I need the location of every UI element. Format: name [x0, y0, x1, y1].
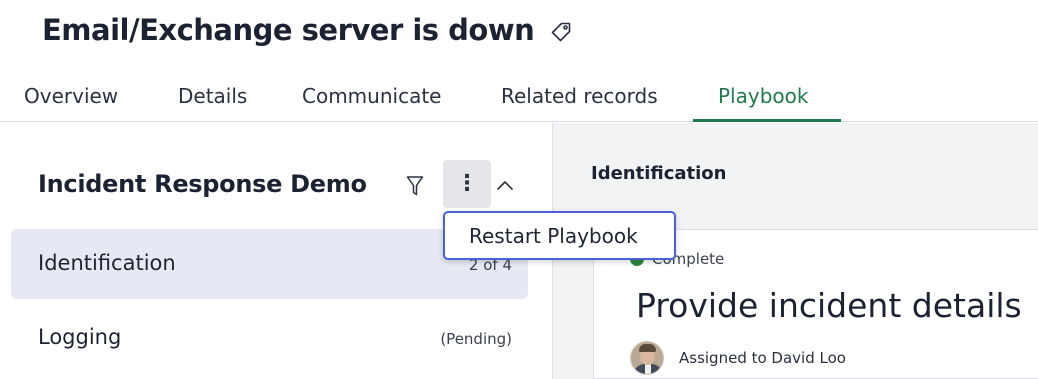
- tab-overview[interactable]: Overview: [24, 84, 118, 108]
- chevron-up-icon[interactable]: [494, 173, 516, 197]
- tab-communicate[interactable]: Communicate: [302, 84, 441, 108]
- assignee-label: Assigned to David Loo: [679, 349, 846, 367]
- stage-name: Identification: [38, 251, 176, 275]
- avatar: [630, 341, 664, 375]
- tab-details[interactable]: Details: [178, 84, 247, 108]
- tab-playbook[interactable]: Playbook: [718, 84, 808, 108]
- page-title: Email/Exchange server is down: [42, 13, 535, 47]
- active-tab-indicator: [693, 119, 841, 122]
- stage-name: Logging: [38, 325, 122, 349]
- tag-icon[interactable]: [550, 21, 572, 43]
- more-vertical-icon: ⋮: [456, 171, 478, 196]
- playbook-title: Incident Response Demo: [38, 170, 367, 198]
- stage-detail-header: Identification: [591, 163, 727, 184]
- tab-related-records[interactable]: Related records: [501, 84, 658, 108]
- filter-icon[interactable]: [404, 173, 426, 199]
- task-title: Provide incident details: [636, 286, 1022, 325]
- restart-playbook-menu-item[interactable]: Restart Playbook: [443, 211, 676, 260]
- task-assignee: Assigned to David Loo: [630, 341, 846, 375]
- stage-progress: (Pending): [440, 330, 512, 348]
- menu-item-label: Restart Playbook: [469, 223, 638, 248]
- page-header: Email/Exchange server is down: [42, 8, 572, 52]
- more-options-button[interactable]: ⋮: [443, 160, 491, 208]
- stage-logging[interactable]: Logging (Pending): [11, 303, 528, 373]
- tab-bar: Overview Details Communicate Related rec…: [0, 74, 1038, 122]
